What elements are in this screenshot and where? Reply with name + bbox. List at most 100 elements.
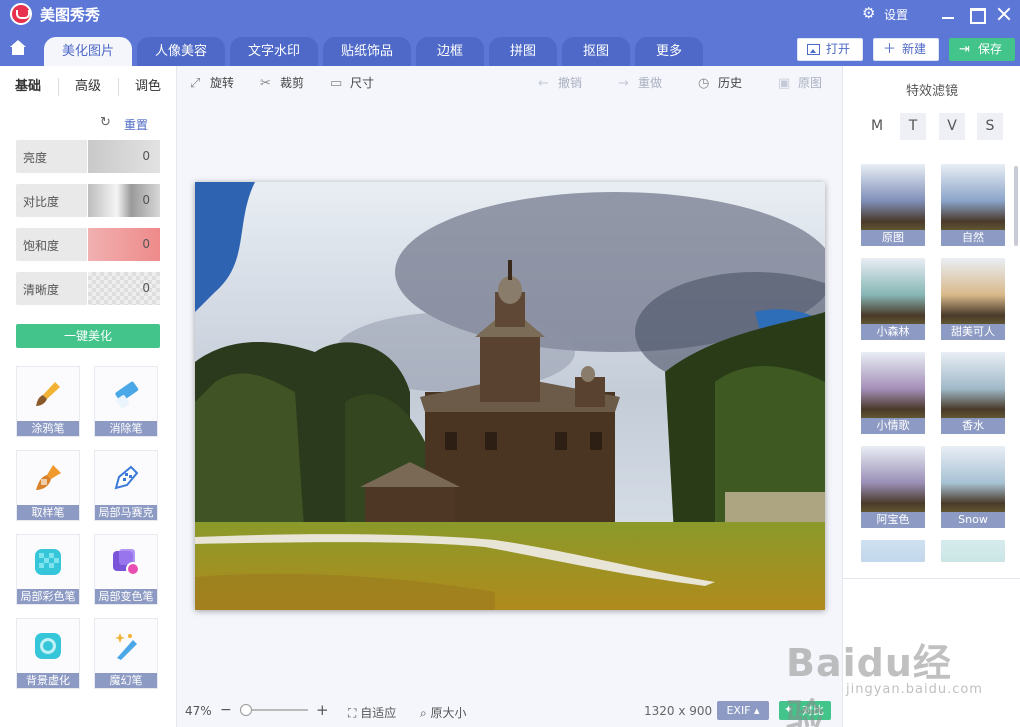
gear-icon[interactable]: ⚙ bbox=[862, 5, 875, 21]
tab-border[interactable]: 边框 bbox=[416, 37, 484, 66]
one-click-beautify-button[interactable]: 一键美化 bbox=[16, 324, 160, 348]
undo-icon: ← bbox=[538, 76, 549, 91]
saturation-slider[interactable]: 饱和度 0 bbox=[16, 228, 160, 261]
size-icon: ▭ bbox=[330, 76, 343, 91]
color-pen-icon bbox=[35, 549, 61, 575]
filter-thumb[interactable]: 阿宝色 bbox=[861, 446, 925, 528]
home-icon[interactable] bbox=[0, 28, 36, 66]
filter-thumb[interactable]: Snow bbox=[941, 446, 1005, 528]
filter-tab-m[interactable]: M bbox=[864, 113, 890, 140]
tab-portrait[interactable]: 人像美容 bbox=[137, 37, 225, 66]
filter-thumb[interactable]: 甜美可人 bbox=[941, 258, 1005, 340]
tab-cutout[interactable]: 抠图 bbox=[562, 37, 630, 66]
tool-magic-pen[interactable]: 魔幻笔 bbox=[94, 618, 158, 689]
minimize-button[interactable] bbox=[938, 4, 958, 24]
actual-size-button[interactable]: ⌕ 原大小 bbox=[420, 704, 467, 721]
resize-button[interactable]: ▭ 尺寸 bbox=[330, 74, 374, 91]
adjust-panel: 基础 高级 调色 ↻ 重置 亮度 0 对比度 0 饱和度 0 清晰度 0 一键美… bbox=[0, 66, 177, 727]
filter-tab-s[interactable]: S bbox=[977, 113, 1003, 140]
exif-button[interactable]: EXIF ▴ bbox=[717, 701, 769, 720]
filter-label: 香水 bbox=[941, 418, 1005, 434]
new-button[interactable]: ＋ 新建 bbox=[873, 38, 939, 61]
zoom-out-button[interactable]: − bbox=[220, 702, 232, 718]
tab-more[interactable]: 更多 bbox=[635, 37, 703, 66]
undo-button[interactable]: ← 撤销 bbox=[538, 74, 582, 91]
contrast-slider[interactable]: 对比度 0 bbox=[16, 184, 160, 217]
filter-thumb[interactable]: 原图 bbox=[861, 164, 925, 246]
plus-icon: ＋ bbox=[883, 42, 897, 57]
rotate-button[interactable]: ⤢ 旋转 bbox=[190, 74, 234, 91]
filter-thumb[interactable]: 小森林 bbox=[861, 258, 925, 340]
rotate-icon: ⤢ bbox=[190, 76, 201, 91]
tool-eraser-pen[interactable]: 消除笔 bbox=[94, 366, 158, 437]
filter-tab-t[interactable]: T bbox=[900, 113, 926, 140]
history-button[interactable]: ◷ 历史 bbox=[698, 74, 742, 91]
tab-divider bbox=[118, 78, 119, 96]
sharpness-slider[interactable]: 清晰度 0 bbox=[16, 272, 160, 305]
filter-thumb-partial[interactable] bbox=[861, 540, 925, 562]
zoom-slider-thumb[interactable] bbox=[240, 704, 253, 716]
redo-button[interactable]: → 重做 bbox=[618, 74, 662, 91]
tab-collage[interactable]: 拼图 bbox=[489, 37, 557, 66]
filter-label: 阿宝色 bbox=[861, 512, 925, 528]
close-button[interactable] bbox=[994, 4, 1014, 24]
filter-tab-v[interactable]: V bbox=[939, 113, 965, 140]
tab-text-watermark[interactable]: 文字水印 bbox=[230, 37, 318, 66]
magnifier-icon: ⌕ bbox=[420, 706, 431, 720]
redo-icon: → bbox=[618, 76, 629, 91]
crop-button[interactable]: ✂ 裁剪 bbox=[260, 74, 304, 91]
filter-scrollbar[interactable] bbox=[1014, 166, 1018, 246]
brush-icon bbox=[36, 382, 60, 406]
tab-divider bbox=[58, 78, 59, 96]
fit-to-window-button[interactable]: ⛶ 自适应 bbox=[348, 704, 396, 721]
brightness-slider[interactable]: 亮度 0 bbox=[16, 140, 160, 173]
app-title: 美图秀秀 bbox=[40, 6, 101, 24]
edit-toolbar: ⤢ 旋转 ✂ 裁剪 ▭ 尺寸 ← 撤销 → 重做 ◷ 历史 ▣ 原图 bbox=[178, 66, 842, 98]
tool-sample-brush[interactable]: 取样笔 bbox=[16, 450, 80, 521]
eraser-icon bbox=[115, 381, 139, 409]
tab-advanced[interactable]: 高级 bbox=[60, 66, 116, 106]
image-dimensions: 1320 x 900 bbox=[644, 704, 713, 718]
tab-beautify[interactable]: 美化图片 bbox=[44, 37, 132, 66]
tool-mosaic-pen[interactable]: 局部马赛克 bbox=[94, 450, 158, 521]
image-canvas[interactable] bbox=[178, 98, 842, 693]
zoom-in-button[interactable]: + bbox=[316, 701, 329, 719]
title-bar: 美图秀秀 ⚙ 设置 bbox=[0, 0, 1020, 28]
filter-label: 原图 bbox=[861, 230, 925, 246]
filter-thumb[interactable]: 自然 bbox=[941, 164, 1005, 246]
reset-icon: ↻ bbox=[100, 115, 111, 130]
mosaic-pen-icon bbox=[114, 465, 139, 490]
sample-brush-icon bbox=[36, 465, 61, 490]
export-icon: ⇥ bbox=[959, 42, 970, 57]
filter-thumb-partial[interactable] bbox=[941, 540, 1005, 562]
tool-recolor-pen[interactable]: 局部变色笔 bbox=[94, 534, 158, 605]
fit-icon: ⛶ bbox=[348, 706, 361, 720]
settings-button[interactable]: 设置 bbox=[884, 6, 908, 23]
status-bar: 47% − + ⛶ 自适应 ⌕ 原大小 1320 x 900 EXIF ▴ ✦ 对… bbox=[178, 693, 842, 727]
save-button[interactable]: ⇥ 保存 bbox=[949, 38, 1015, 61]
image-icon bbox=[807, 44, 820, 55]
maximize-button[interactable] bbox=[966, 4, 986, 24]
tab-stickers[interactable]: 贴纸饰品 bbox=[323, 37, 411, 66]
main-nav: 美化图片 人像美容 文字水印 贴纸饰品 边框 拼图 抠图 更多 打开 ＋ 新建 … bbox=[0, 28, 1020, 66]
original-button[interactable]: ▣ 原图 bbox=[778, 74, 822, 91]
image-icon: ▣ bbox=[778, 76, 791, 91]
meitu-logo-icon bbox=[10, 3, 32, 25]
magic-pen-icon bbox=[115, 633, 137, 660]
tab-color-grading[interactable]: 调色 bbox=[120, 66, 176, 106]
tool-color-pen[interactable]: 局部彩色笔 bbox=[16, 534, 80, 605]
tool-doodle-pen[interactable]: 涂鸦笔 bbox=[16, 366, 80, 437]
filter-label: 自然 bbox=[941, 230, 1005, 246]
tool-background-blur[interactable]: 背景虚化 bbox=[16, 618, 80, 689]
recolor-pen-icon bbox=[113, 549, 140, 576]
tab-basic[interactable]: 基础 bbox=[0, 66, 56, 106]
watermark: Baidu经验 jingyan.baidu.com bbox=[786, 641, 983, 727]
filter-thumb[interactable]: 小情歌 bbox=[861, 352, 925, 434]
filter-label: 甜美可人 bbox=[941, 324, 1005, 340]
filter-label: Snow bbox=[941, 512, 1005, 528]
filter-thumb[interactable]: 香水 bbox=[941, 352, 1005, 434]
edited-photo[interactable] bbox=[195, 182, 825, 610]
clock-icon: ◷ bbox=[698, 76, 710, 91]
filter-label: 小森林 bbox=[861, 324, 925, 340]
open-button[interactable]: 打开 bbox=[797, 38, 863, 61]
